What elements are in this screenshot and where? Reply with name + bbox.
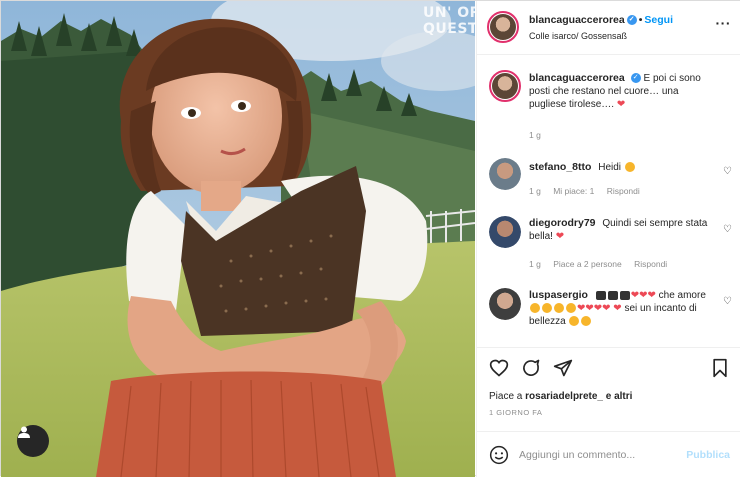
overlay-line-2: QUESTA (423, 21, 475, 37)
post-header: blancaguaccerorea ✓ • Segui Colle isarco/ G… (477, 1, 740, 55)
post-location[interactable]: Colle isarco/ Gossensaß (529, 31, 627, 41)
comment-text: stefano_8tto Heidi (529, 161, 716, 174)
emoji-smile-icon[interactable] (489, 445, 509, 465)
likes-summary: Piace a rosariadelprete_ e altri (489, 391, 632, 402)
commenter-username[interactable]: stefano_8tto (529, 161, 591, 173)
instagram-post-window: UN' OR QUESTA blancaguaccerorea✓•Segui C… (0, 0, 740, 477)
sunglasses-emoji-icon (607, 290, 618, 300)
heart-eyes-emoji-icon (530, 303, 540, 314)
caption-author-avatar[interactable] (489, 70, 521, 102)
comment-like-heart-icon[interactable]: ♡ (723, 224, 732, 235)
caption-text: blancaguaccerorea ✓ E poi ci sono posti c… (529, 72, 716, 111)
follow-button[interactable]: Segui (644, 14, 673, 26)
sunglasses-emoji-icon (595, 290, 606, 300)
photo-illustration (1, 1, 475, 477)
tagged-user-button[interactable] (17, 425, 49, 457)
likes-prefix: Piace a (489, 391, 523, 402)
commenter-username[interactable]: diegorodry79 (529, 217, 596, 229)
reply-button[interactable]: Rispondi (607, 186, 640, 196)
reply-button[interactable]: Rispondi (634, 259, 667, 269)
heart-emoji-icon: ❤❤❤ (630, 290, 656, 301)
add-comment-input[interactable] (519, 446, 679, 464)
comment-time[interactable]: 1 g (529, 186, 541, 196)
author-username[interactable]: blancaguaccerorea (529, 14, 625, 26)
comment-text: diegorodry79 Quindi sei sempre stata bel… (529, 217, 716, 243)
author-username-row: blancaguaccerorea ✓ • Segui (529, 14, 673, 26)
comment-text: luspasergio ❤❤❤ che amore ❤❤❤❤ ❤ sei un … (529, 289, 716, 328)
add-comment-bar: Pubblica (477, 431, 740, 477)
comment-body: Heidi (598, 162, 622, 173)
heart-eyes-emoji-icon (542, 303, 552, 314)
heart-eyes-emoji-icon (581, 316, 592, 327)
comment-like-heart-icon[interactable]: ♡ (723, 296, 732, 307)
post-date[interactable]: 1 GIORNO FA (489, 408, 542, 417)
caption-author-username[interactable]: blancaguaccerorea (529, 72, 625, 84)
heart-emoji-icon: ❤❤❤❤ (577, 303, 611, 314)
photo-overlay-text: UN' OR QUESTA (423, 5, 475, 37)
heart-emoji-icon: ❤ (555, 231, 565, 242)
author-avatar[interactable] (487, 11, 519, 43)
commenter-avatar[interactable] (489, 158, 521, 190)
comment-likes[interactable]: Mi piace: 1 (553, 186, 594, 196)
user-icon (18, 426, 30, 438)
comment-likes[interactable]: Piace a 2 persone (553, 259, 622, 269)
sunglasses-emoji-icon (619, 290, 630, 300)
caption-meta: 1 g (529, 130, 551, 140)
likes-user[interactable]: rosariadelprete_ (525, 391, 603, 402)
post-side-panel: blancaguaccerorea ✓ • Segui Colle isarco/ G… (476, 1, 740, 477)
commenter-username[interactable]: luspasergio (529, 289, 588, 301)
heart-icon[interactable] (489, 358, 509, 378)
comment-icon[interactable] (521, 358, 541, 378)
comments-list: blancaguaccerorea ✓ E poi ci sono posti c… (477, 56, 740, 346)
likes-others[interactable]: e altri (606, 391, 633, 402)
comment-body-part-1: che amore (658, 290, 706, 301)
commenter-avatar[interactable] (489, 288, 521, 320)
heart-emoji-icon: ❤ (613, 303, 622, 314)
verified-badge-icon: ✓ (626, 15, 637, 26)
caption-time[interactable]: 1 g (529, 130, 541, 140)
comment-like-heart-icon[interactable]: ♡ (723, 166, 732, 177)
send-icon[interactable] (553, 358, 573, 378)
heart-eyes-emoji-icon (566, 303, 576, 314)
heart-eyes-emoji-icon (569, 316, 580, 327)
comment-time[interactable]: 1 g (529, 259, 541, 269)
bookmark-icon[interactable] (710, 358, 730, 378)
comment-meta: 1 g Piace a 2 persone Rispondi (529, 259, 677, 269)
post-action-bar (477, 347, 740, 387)
heart-eyes-emoji-icon (554, 303, 564, 314)
overlay-line-1: UN' OR (423, 5, 475, 21)
commenter-avatar[interactable] (489, 216, 521, 248)
heart-eyes-emoji-icon (624, 162, 635, 173)
comment-meta: 1 g Mi piace: 1 Rispondi (529, 186, 650, 196)
post-photo[interactable]: UN' OR QUESTA (1, 1, 475, 477)
publish-button[interactable]: Pubblica (686, 449, 730, 461)
more-horizontal-icon[interactable]: ··· (716, 15, 732, 31)
separator-dot: • (638, 14, 643, 26)
heart-emoji-icon: ❤ (616, 99, 626, 110)
verified-badge-icon: ✓ (630, 73, 641, 84)
